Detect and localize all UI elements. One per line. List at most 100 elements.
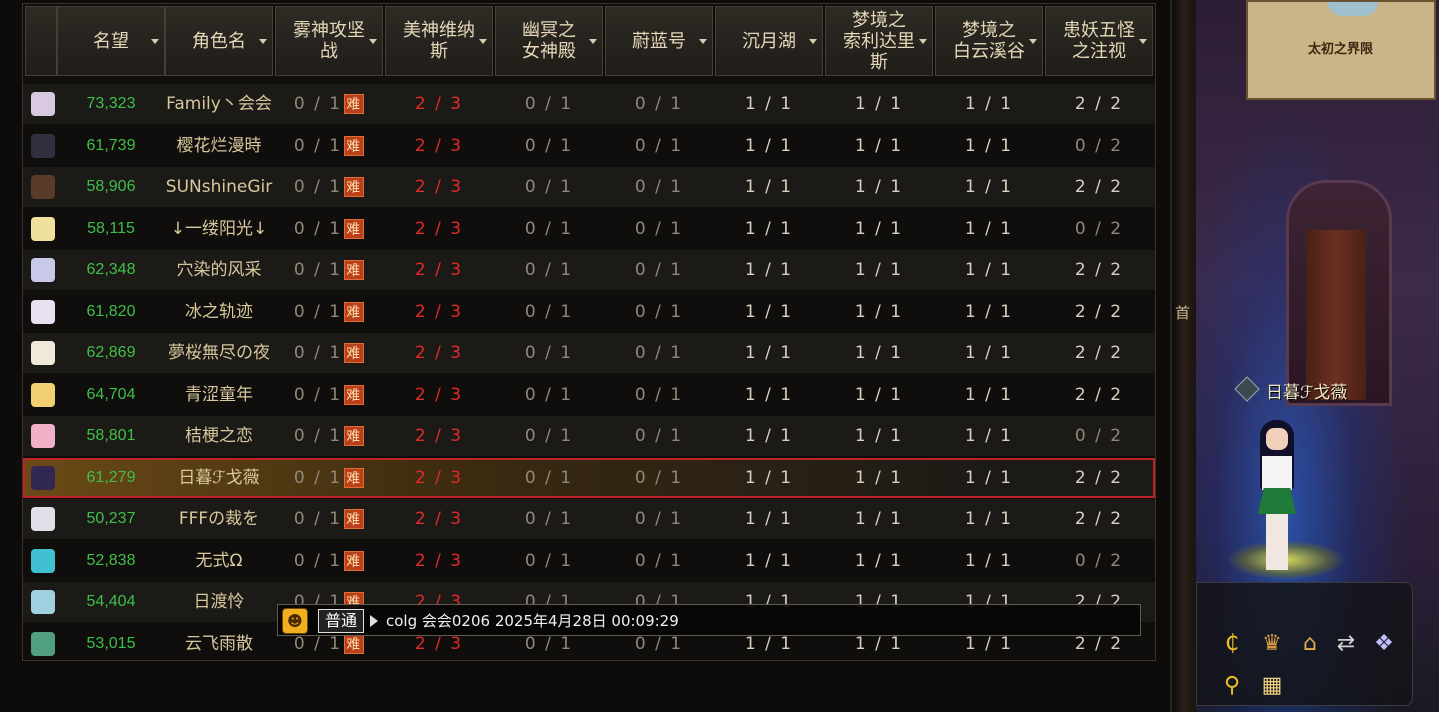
coin-icon[interactable]: ₵: [1217, 629, 1247, 659]
pet-icon[interactable]: ❖: [1369, 629, 1399, 659]
hard-mode-badge: 难: [344, 135, 365, 156]
cell-value: 冰之轨迹: [185, 301, 253, 322]
crown-icon[interactable]: ♛: [1257, 629, 1287, 659]
sort-caret-icon[interactable]: [699, 39, 707, 44]
cell-value: 0 / 1: [634, 550, 684, 571]
cell-value: 0 / 1: [524, 384, 574, 405]
sort-caret-icon[interactable]: [589, 39, 597, 44]
cell-value: 0 / 1: [293, 633, 343, 654]
sort-caret-icon[interactable]: [259, 39, 267, 44]
character-title-icon: [1234, 376, 1260, 402]
table-row[interactable]: 50,237 FFFの裁を 0 / 1难2 / 30 / 10 / 11 / 11 …: [23, 499, 1155, 539]
table-row[interactable]: 62,869 夢桜無尽の夜 0 / 1难2 / 30 / 10 / 11 / 11 …: [23, 333, 1155, 373]
map-pin-icon[interactable]: ⚲: [1217, 671, 1247, 701]
cell-value: 0 / 1: [634, 260, 684, 280]
table-row[interactable]: 58,115 ↓一缕阳光↓ 0 / 1难2 / 30 / 10 / 11 / 11 …: [23, 208, 1155, 249]
reputation-cell: 58,115: [57, 209, 165, 249]
character-avatar: [31, 631, 55, 656]
cell-value: 1 / 1: [744, 426, 794, 446]
cell-value: 1 / 1: [854, 550, 904, 571]
cell-value: ↓一缕阳光↓: [170, 218, 268, 239]
sort-caret-icon[interactable]: [809, 39, 817, 44]
column-header-label: 患妖五怪 之注视: [1063, 20, 1135, 62]
weilan-progress-cell: 0 / 1: [605, 292, 713, 332]
column-header-3[interactable]: 美神维纳 斯: [385, 6, 493, 76]
column-header-1[interactable]: 角色名: [165, 6, 273, 76]
suoli-progress-cell: 1 / 1: [825, 292, 933, 332]
cell-value: 0 / 1: [634, 467, 684, 488]
column-header-4[interactable]: 幽冥之 女神殿: [495, 6, 603, 76]
cell-value: 0 / 1: [293, 426, 343, 446]
character-name-cell: 樱花烂漫時: [165, 126, 273, 166]
youming-progress-cell: 0 / 1: [495, 499, 603, 539]
table-row[interactable]: 58,906 SUNshineGir 0 / 1难2 / 30 / 10 / 11 …: [23, 167, 1155, 207]
table-row[interactable]: 61,739 樱花烂漫時 0 / 1难2 / 30 / 10 / 11 / 11 /…: [23, 125, 1155, 166]
cell-value: 1 / 1: [744, 218, 794, 239]
table-row[interactable]: 61,279 日暮ℱ戈薇 0 / 1难2 / 30 / 10 / 11 / 11 /…: [23, 457, 1155, 498]
cell-value: 54,404: [86, 593, 136, 610]
column-header-0[interactable]: 名望: [57, 6, 165, 76]
fog-raid-progress-cell: 0 / 1难: [275, 209, 383, 249]
column-header-label: 沉月湖: [742, 30, 796, 52]
baiyun-progress-cell: 1 / 1: [935, 84, 1043, 124]
column-header-7[interactable]: 梦境之 索利达里 斯: [825, 6, 933, 76]
column-header-8[interactable]: 梦境之 白云溪谷: [935, 6, 1043, 76]
reputation-cell: 50,237: [57, 499, 165, 539]
chat-channel-tag[interactable]: 普通: [318, 609, 365, 633]
cell-value: 1 / 1: [964, 343, 1014, 363]
sort-caret-icon[interactable]: [369, 39, 377, 44]
cell-value: 1 / 1: [964, 467, 1014, 488]
suoli-progress-cell: 1 / 1: [825, 126, 933, 166]
table-header: 名望 角色名 雾神攻坚 战美神维纳 斯 幽冥之 女神殿 蔚蓝号 沉月湖 梦境之 索利达里 斯…: [23, 4, 1155, 78]
table-row[interactable]: 61,820 冰之轨迹 0 / 1难2 / 30 / 10 / 11 / 11 / …: [23, 291, 1155, 332]
table-row[interactable]: 58,801 桔梗之恋 0 / 1难2 / 30 / 10 / 11 / 11 / …: [23, 416, 1155, 456]
cell-value: 0 / 1: [524, 135, 574, 156]
column-header-9[interactable]: 患妖五怪 之注视: [1045, 6, 1153, 76]
hard-mode-badge: 难: [344, 218, 365, 239]
sort-caret-icon[interactable]: [1029, 39, 1037, 44]
chat-arrow-icon: [370, 615, 378, 627]
cell-value: 0 / 1: [634, 509, 684, 529]
sort-caret-icon[interactable]: [919, 39, 927, 44]
minimap-scroll[interactable]: 太初之界限: [1246, 0, 1436, 100]
character-avatar: [31, 133, 55, 158]
character-avatar: [31, 92, 55, 116]
table-row[interactable]: 52,838 无式Ω 0 / 1难2 / 30 / 10 / 11 / 11 / 1…: [23, 540, 1155, 581]
book-icon[interactable]: ▦: [1257, 671, 1287, 701]
column-header-label: 梦境之 白云溪谷: [953, 20, 1025, 62]
sort-caret-icon[interactable]: [1139, 39, 1147, 44]
column-header-2[interactable]: 雾神攻坚 战: [275, 6, 383, 76]
swap-icon[interactable]: ⇄: [1331, 629, 1361, 659]
emoji-face-icon[interactable]: ☻: [282, 608, 308, 634]
cell-value: 1 / 1: [964, 135, 1014, 156]
fog-raid-progress-cell: 0 / 1难: [275, 250, 383, 290]
column-header-6[interactable]: 沉月湖: [715, 6, 823, 76]
cell-value: 日渡怜: [193, 592, 245, 612]
character-avatar: [31, 424, 55, 448]
cell-value: 无式Ω: [195, 550, 243, 571]
cell-value: 0 / 1: [293, 301, 343, 322]
cell-value: 1 / 1: [744, 509, 794, 529]
cell-value: 0 / 1: [634, 301, 684, 322]
sort-caret-icon[interactable]: [479, 39, 487, 44]
youming-progress-cell: 0 / 1: [495, 416, 603, 456]
character-avatar: [31, 175, 55, 199]
fog-raid-progress-cell: 0 / 1难: [275, 541, 383, 581]
sort-caret-icon[interactable]: [151, 39, 159, 44]
column-header-5[interactable]: 蔚蓝号: [605, 6, 713, 76]
character-name-cell: 日渡怜: [165, 582, 273, 622]
weilan-progress-cell: 0 / 1: [605, 375, 713, 415]
cell-value: 2 / 3: [414, 177, 464, 197]
character-name-cell: 青涩童年: [165, 375, 273, 415]
baiyun-progress-cell: 1 / 1: [935, 375, 1043, 415]
home-icon[interactable]: ⌂: [1295, 629, 1325, 659]
table-row[interactable]: 73,323 Family丶会会 0 / 1难2 / 30 / 10 / 11 / …: [23, 84, 1155, 124]
cell-value: 1 / 1: [744, 550, 794, 571]
column-header-label: 梦境之 索利达里 斯: [843, 9, 915, 73]
baiyun-progress-cell: 1 / 1: [935, 416, 1043, 456]
table-row[interactable]: 62,348 穴染的风采 0 / 1难2 / 30 / 10 / 11 / 11 /…: [23, 250, 1155, 290]
table-row[interactable]: 64,704 青涩童年 0 / 1难2 / 30 / 10 / 11 / 11 / …: [23, 374, 1155, 415]
player-character[interactable]: [1248, 420, 1308, 580]
suoli-progress-cell: 1 / 1: [825, 167, 933, 207]
cell-value: 2 / 3: [414, 301, 464, 322]
